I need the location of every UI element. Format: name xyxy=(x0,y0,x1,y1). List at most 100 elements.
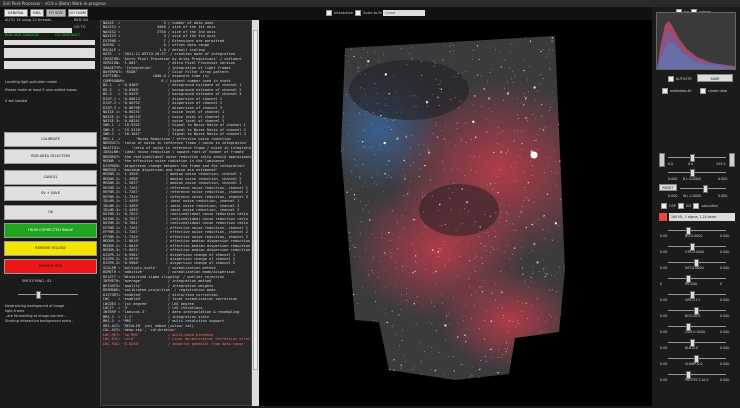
star xyxy=(470,156,472,158)
param-value-right: 0.000 xyxy=(720,362,730,366)
tab-fit-size[interactable]: FIT SIZE xyxy=(46,9,66,17)
saturation-checkbox[interactable] xyxy=(693,203,700,209)
stretch-slider-1-handle[interactable] xyxy=(690,154,695,162)
black-level-handle[interactable] xyxy=(690,169,695,177)
star xyxy=(475,254,477,255)
image-viewer[interactable] xyxy=(259,20,652,406)
histogram[interactable] xyxy=(656,12,736,70)
star xyxy=(532,175,533,176)
star xyxy=(495,282,496,284)
star xyxy=(491,246,493,248)
reset-button[interactable]: RESET xyxy=(659,184,677,191)
star xyxy=(392,324,394,326)
param-slider-track[interactable] xyxy=(668,342,726,343)
param-slider-track[interactable] xyxy=(668,294,726,295)
star xyxy=(464,177,466,179)
star xyxy=(365,204,367,206)
right-arrow-button-1[interactable] xyxy=(729,153,735,167)
star xyxy=(431,323,433,325)
save-button[interactable]: SAVE xyxy=(697,74,733,82)
star xyxy=(557,80,558,81)
star xyxy=(361,327,363,329)
star xyxy=(495,143,497,144)
star xyxy=(402,215,403,217)
star xyxy=(542,129,545,131)
star xyxy=(450,209,452,211)
star xyxy=(356,34,357,35)
ok-button[interactable]: OK xyxy=(4,205,97,220)
metadata-checkbox[interactable] xyxy=(662,88,668,94)
uis-checkbox[interactable] xyxy=(677,203,684,209)
color-swatch[interactable] xyxy=(659,213,667,221)
star xyxy=(410,95,412,97)
star xyxy=(350,239,352,241)
autostr-checkbox[interactable] xyxy=(668,76,674,82)
metadata-label: metadata-4K xyxy=(670,89,692,93)
star xyxy=(426,227,428,228)
star xyxy=(386,176,388,178)
tab-go-home[interactable]: GO HOME xyxy=(68,9,88,17)
star xyxy=(548,351,550,353)
param-slider-track[interactable] xyxy=(668,246,726,247)
star xyxy=(504,251,506,253)
from-corrected-image-button[interactable]: FROM CORRECTED IMAGE xyxy=(4,223,97,238)
stretch-method-select[interactable]: 16X ML, 5 sigma, 1.24 bezer xyxy=(669,213,735,221)
stretch-select[interactable]: Linear xyxy=(382,10,425,16)
param-slider-track[interactable] xyxy=(668,278,726,279)
star xyxy=(445,378,447,380)
star xyxy=(524,379,526,380)
sv-save-button[interactable]: SV + SAVE xyxy=(4,186,97,201)
left-arrow-button-1[interactable] xyxy=(659,153,665,167)
star xyxy=(537,149,538,151)
star xyxy=(395,268,397,269)
param-slider-track[interactable] xyxy=(668,374,726,375)
param-slider-track[interactable] xyxy=(668,326,726,327)
param-slider-track[interactable] xyxy=(668,230,726,231)
tab-siril[interactable]: SIRIL xyxy=(30,9,44,17)
create-data-checkbox[interactable] xyxy=(700,88,706,94)
star xyxy=(527,318,528,319)
star xyxy=(440,81,441,83)
star xyxy=(353,198,356,200)
fits-header-line: MEDDR-3= '1.0021' / effective median dis… xyxy=(103,248,251,253)
star xyxy=(450,99,451,101)
mode-select[interactable] xyxy=(4,40,95,45)
star xyxy=(395,333,397,335)
calibrate-button[interactable]: CALIBRATE xyxy=(4,132,97,147)
smoothing-slider-track[interactable] xyxy=(18,294,78,295)
star xyxy=(497,35,498,36)
star xyxy=(532,273,533,274)
white-level-handle[interactable] xyxy=(703,185,708,193)
tab-general[interactable]: GENERAL xyxy=(4,9,28,17)
star xyxy=(442,302,443,304)
model-option-field[interactable] xyxy=(4,61,95,69)
star xyxy=(371,382,372,383)
star xyxy=(558,53,559,55)
black-level-slider[interactable] xyxy=(668,172,726,173)
smoothing-slider-handle[interactable] xyxy=(36,291,41,299)
osp-checkbox[interactable] xyxy=(661,203,667,209)
remove-yellow-button[interactable]: REMOVE YELLOW xyxy=(4,241,97,256)
star xyxy=(457,167,459,169)
star xyxy=(402,266,403,267)
star xyxy=(405,265,407,266)
stretch-slider-1[interactable] xyxy=(668,157,726,158)
remove-red-button[interactable]: REMOVE RED xyxy=(4,259,97,274)
star xyxy=(539,128,541,130)
star xyxy=(345,242,347,244)
star xyxy=(415,323,417,324)
model-field[interactable] xyxy=(4,48,95,58)
param-value-left: 0.00 xyxy=(660,298,668,302)
star xyxy=(371,270,373,272)
scale-to-fit-checkbox[interactable] xyxy=(355,10,362,16)
star xyxy=(374,83,376,85)
cancel-button[interactable]: CANCEL xyxy=(4,170,97,185)
star xyxy=(469,329,470,331)
slider2-right: 0.000 xyxy=(718,177,728,181)
interactive-checkbox[interactable] xyxy=(326,10,332,16)
rgb-area-selection-button[interactable]: RGB AREA SELECTION xyxy=(4,149,97,164)
star xyxy=(547,164,548,166)
fits-header-line: LNC = 'enabled' / local normalization co… xyxy=(103,297,238,302)
header-scrollbar-thumb[interactable] xyxy=(253,30,258,370)
star xyxy=(389,39,391,40)
